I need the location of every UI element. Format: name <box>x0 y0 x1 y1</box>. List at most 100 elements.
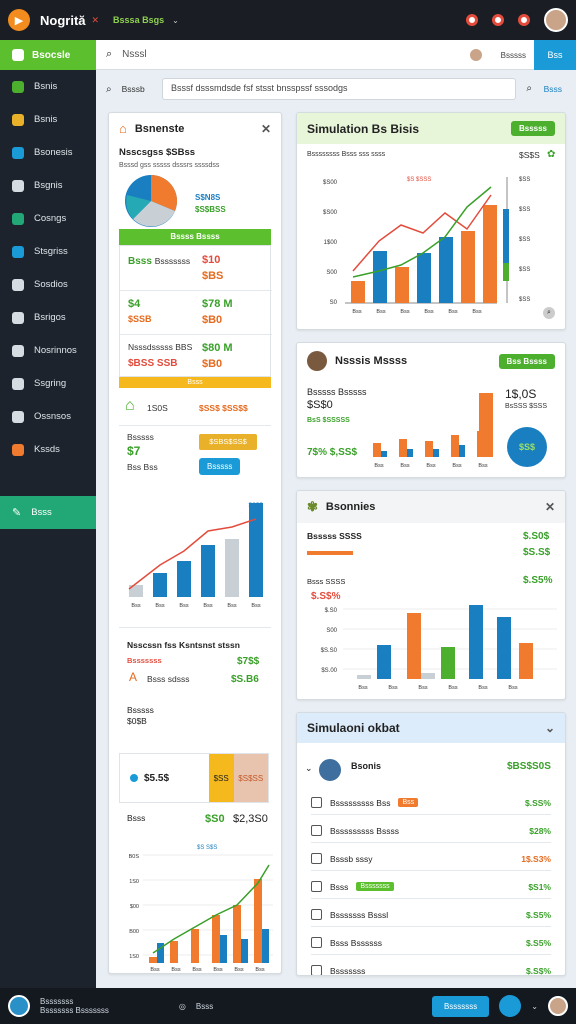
trend-line <box>152 864 270 954</box>
row-icon <box>311 853 322 864</box>
list-item[interactable]: Bsssb sssy 1$.S3% <box>311 847 551 871</box>
y-tick-label: S00 <box>326 270 337 276</box>
chevron-down-icon[interactable]: ⌄ <box>172 16 179 25</box>
chart-bar-orange <box>399 439 407 457</box>
record-icon[interactable] <box>466 14 478 26</box>
sidebar-item[interactable]: Bsonesis <box>0 136 96 169</box>
play-logo-icon[interactable]: ▶ <box>8 9 30 31</box>
foot-label: Bsssss <box>127 432 154 442</box>
chart-bar <box>483 205 497 303</box>
y-tick-label: B00 <box>129 929 139 935</box>
notification-icon[interactable] <box>518 14 530 26</box>
globe-icon <box>12 80 24 93</box>
filter-input[interactable]: Bsssf dsssmdsde fsf stsst bnsspssf sssod… <box>162 78 516 100</box>
image-icon <box>12 311 24 324</box>
user-avatar[interactable] <box>8 995 30 1017</box>
bsonnies-row-label: Bsss SSSS <box>307 577 346 586</box>
sidebar-item[interactable]: Cosngs <box>0 202 96 235</box>
pie-legend: S$N8S $S$BSS <box>195 193 226 214</box>
y-tick-label-right: $SS <box>519 207 530 213</box>
alert-icon[interactable] <box>492 14 504 26</box>
sidebar-item[interactable]: Sosdios <box>0 268 96 301</box>
x-tick-label: Bss <box>192 967 201 973</box>
close-icon[interactable]: ✕ <box>261 122 271 136</box>
sidebar-item-active[interactable]: ✎ Bsss <box>0 496 96 529</box>
blue-button[interactable]: Bsssss <box>199 458 241 475</box>
user-icon <box>12 179 24 192</box>
globe-icon[interactable] <box>499 995 522 1017</box>
sidebar-item[interactable]: Bsnis <box>0 70 96 103</box>
house-stat-label: 1S0S <box>147 403 168 413</box>
list-item[interactable]: Bsssssssss Bssss $28% <box>311 819 551 843</box>
sidebar-item-label: Nosrinnos <box>34 345 77 356</box>
sidebar-item[interactable]: Ossnsos <box>0 400 96 433</box>
search-icon[interactable]: ⌕ <box>543 307 555 319</box>
divider <box>120 290 272 291</box>
y-tick-label-right: $SS <box>519 177 530 183</box>
sidebar-brand[interactable]: Bsocsle <box>0 40 96 70</box>
list-item[interactable]: Bsssssssss Bss Bss $.SS% <box>311 791 551 815</box>
close-icon[interactable]: ✕ <box>545 500 555 514</box>
user-avatar[interactable] <box>544 8 568 32</box>
card-2-title: Nsscssn fss Ksntsnst stssn <box>127 640 240 650</box>
list-item[interactable]: Bsss Bssssss $.S5% <box>311 931 551 955</box>
close-tag-icon[interactable]: ✕ <box>92 15 100 26</box>
sidebar-item[interactable]: Bsgnis <box>0 169 96 202</box>
x-tick-label: Bss <box>255 967 264 973</box>
search-icon[interactable]: ⌕ <box>526 83 532 94</box>
chart-bar <box>153 573 167 597</box>
chevron-down-icon[interactable]: ⌄ <box>305 763 313 774</box>
leaf-icon[interactable]: ✿ <box>547 149 555 160</box>
search-input[interactable]: Nsssl <box>122 49 146 60</box>
search-button[interactable]: Bss <box>534 40 576 70</box>
list-item[interactable]: Bsssssss Bsssl $.S5% <box>311 903 551 927</box>
chart-icon <box>12 212 24 225</box>
list-item[interactable]: Bsssssss $.S$% <box>311 959 551 975</box>
chevron-down-icon[interactable]: ⌄ <box>531 1002 538 1011</box>
x-tick-label: Bss <box>234 967 243 973</box>
sidebar-item[interactable]: Kssds <box>0 433 96 466</box>
chevron-down-icon[interactable]: ⌄ <box>545 721 555 735</box>
chart-bar <box>373 251 387 303</box>
house-icon: ⌂ <box>125 397 135 414</box>
sidebar-item[interactable]: Nosrinnos <box>0 334 96 367</box>
x-tick-label: Bss <box>358 685 367 691</box>
bottom-mid-label: Bsss <box>195 1001 214 1011</box>
x-tick-label: Bss <box>227 603 236 609</box>
chart-bar-blue <box>459 445 465 457</box>
row-value: $S1% <box>528 881 551 892</box>
metric-row-1: Bsss Bsssssss <box>128 256 190 267</box>
bsonnies-row-value: $.S5% <box>523 575 553 586</box>
left-panel: ⌂ Bsnenste ✕ Nsscsgss $SBss Bsssd gss ss… <box>108 112 282 974</box>
x-tick-label: Bss <box>478 685 487 691</box>
bsonnies-chart: $.S0 S00 $S.S0 $S.00 Bss Bss Bss Bss Bss Bss <box>321 605 557 691</box>
row-value: $.SS% <box>525 797 551 808</box>
record-icon[interactable]: ◎ <box>179 1002 186 1011</box>
pen-icon: ✎ <box>12 507 22 519</box>
filter-right-label[interactable]: Bsss <box>544 84 562 94</box>
x-tick-label: Bss <box>171 967 180 973</box>
chart-bar <box>377 645 391 679</box>
search-avatar[interactable] <box>468 47 484 63</box>
sidebar-item[interactable]: Ssgring <box>0 367 96 400</box>
user-avatar[interactable] <box>548 996 568 1016</box>
metrics-button[interactable]: Bss Bssss <box>498 353 555 369</box>
sidebar-item[interactable]: Stsgriss <box>0 235 96 268</box>
chart-bar <box>395 267 409 303</box>
left-card-2: Nsscssn fss Ksntsnst stssn Bsssssss $7$$… <box>119 627 271 697</box>
left-bar-chart: $8$$ Bss Bss Bss Bss Bss Bss <box>128 502 263 609</box>
x-tick-label: Bss <box>203 603 212 609</box>
card-3-cell-peach: $S$SS <box>233 754 268 802</box>
bottom-user-name: Bsssssss <box>40 997 74 1006</box>
sidebar-item[interactable]: Bsrigos <box>0 301 96 334</box>
pie-value-2: $S$BSS <box>195 205 226 214</box>
chart-bar-blue <box>241 939 248 963</box>
simulation-button[interactable]: Bsssss <box>510 121 555 136</box>
gold-button[interactable]: $SBS$SS$ <box>199 434 257 450</box>
brand-icon <box>12 49 24 61</box>
bottom-action-button[interactable]: Bsssssss <box>431 995 490 1017</box>
list-item[interactable]: Bsss Bsssssss $S1% <box>311 875 551 899</box>
sidebar-item[interactable]: Bsnis <box>0 103 96 136</box>
chart-2-legend: $S S$S <box>197 845 217 851</box>
chart-bar-blue <box>262 929 269 963</box>
